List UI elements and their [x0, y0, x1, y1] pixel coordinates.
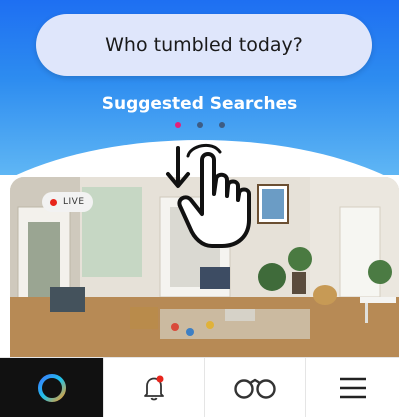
pagination-dot-3[interactable]	[218, 122, 225, 128]
nav-menu-button[interactable]	[306, 358, 399, 417]
nav-alerts-button[interactable]	[104, 358, 205, 417]
suggested-searches-title: Suggested Searches	[101, 94, 298, 114]
bottom-navigation-bar	[0, 357, 399, 417]
search-prompt-text: Who tumbled today?	[105, 34, 303, 56]
pagination-dot-2[interactable]	[196, 122, 203, 128]
ring-logo-icon	[37, 373, 66, 402]
live-status-badge: LIVE	[42, 192, 93, 212]
search-suggestion-pill[interactable]: Who tumbled today?	[36, 14, 372, 76]
bell-icon	[144, 375, 164, 400]
live-indicator-dot	[50, 198, 57, 206]
binoculars-icon	[234, 378, 276, 399]
nav-home-button[interactable]	[0, 358, 104, 417]
nav-watch-button[interactable]	[205, 358, 306, 417]
swipe-down-gesture-icon	[164, 140, 264, 254]
pagination-dot-1[interactable]	[174, 122, 181, 128]
pagination-dots	[0, 122, 399, 128]
live-label: LIVE	[63, 197, 85, 207]
hamburger-menu-icon	[339, 377, 366, 398]
